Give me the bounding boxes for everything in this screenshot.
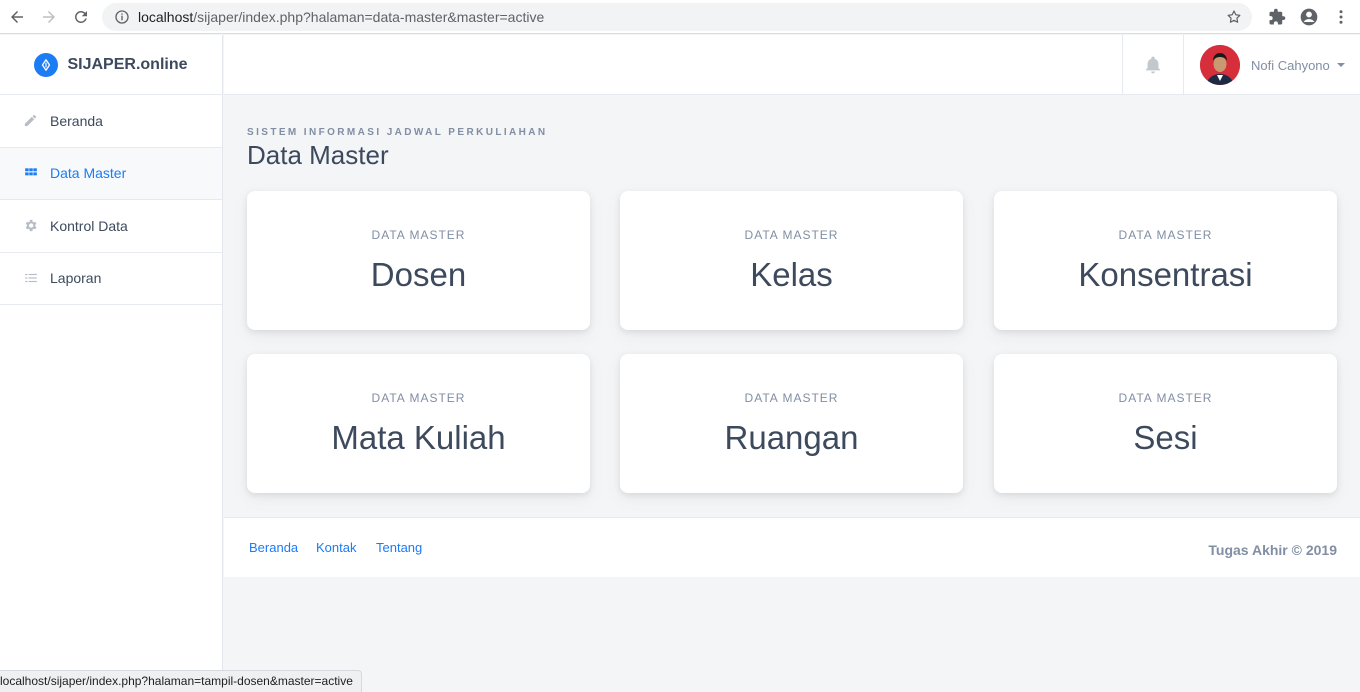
user-name: Nofi Cahyono — [1251, 57, 1330, 73]
more-vertical-icon — [1339, 10, 1343, 24]
notifications-button[interactable] — [1122, 35, 1184, 95]
card-value: Ruangan — [724, 419, 859, 456]
card-value: Konsentrasi — [1078, 256, 1253, 293]
gear-icon — [23, 218, 38, 233]
brand-logo-icon — [34, 52, 59, 77]
account-circle-icon — [1300, 8, 1318, 26]
user-menu[interactable]: Nofi Cahyono — [1200, 35, 1345, 95]
browser-actions — [1266, 0, 1352, 34]
card-label: DATA MASTER — [1118, 228, 1213, 242]
card-label: DATA MASTER — [744, 228, 839, 242]
sidebar-item-label: Laporan — [50, 270, 102, 287]
sidebar-item-data-master[interactable]: Data Master — [0, 147, 222, 200]
card-label: DATA MASTER — [371, 228, 466, 242]
sidebar-item-label: Beranda — [50, 112, 103, 129]
top-navbar: Nofi Cahyono — [224, 35, 1360, 95]
card-konsentrasi[interactable]: DATA MASTER Konsentrasi — [994, 191, 1337, 330]
sidebar-item-label: Data Master — [50, 165, 127, 182]
footer-link-beranda[interactable]: Beranda — [249, 540, 298, 555]
back-button[interactable] — [1, 1, 33, 33]
card-value: Kelas — [750, 256, 833, 293]
star-icon[interactable] — [1226, 9, 1242, 25]
reload-button[interactable] — [65, 1, 97, 33]
card-label: DATA MASTER — [1118, 391, 1213, 405]
list-icon — [23, 271, 38, 286]
url-host: localhost — [138, 9, 194, 25]
arrow-left-icon — [11, 11, 23, 23]
arrow-right-icon — [43, 11, 55, 23]
info-icon[interactable] — [114, 9, 130, 25]
card-dosen[interactable]: DATA MASTER Dosen — [247, 191, 590, 330]
card-value: Mata Kuliah — [331, 419, 506, 456]
browser-menu-button[interactable] — [1330, 6, 1352, 28]
card-value: Dosen — [370, 256, 467, 293]
pencil-icon — [23, 113, 38, 128]
puzzle-icon — [1269, 8, 1286, 25]
card-ruangan[interactable]: DATA MASTER Ruangan — [620, 354, 963, 493]
card-kelas[interactable]: DATA MASTER Kelas — [620, 191, 963, 330]
forward-button[interactable] — [33, 1, 65, 33]
sidebar-item-label: Kontrol Data — [50, 217, 128, 234]
sidebar: SIJAPER.online Beranda Data Master Kontr… — [0, 35, 223, 692]
url-text: localhost/sijaper/index.php?halaman=data… — [138, 9, 544, 25]
card-label: DATA MASTER — [744, 391, 839, 405]
page-title: Data Master — [247, 140, 389, 170]
sidebar-item-kontrol-data[interactable]: Kontrol Data — [0, 200, 222, 253]
reload-icon — [74, 10, 87, 23]
footer: Beranda Kontak Tentang Tugas Akhir © 201… — [224, 517, 1360, 577]
footer-link-tentang[interactable]: Tentang — [376, 540, 422, 555]
caret-down-icon — [1336, 63, 1345, 67]
address-bar[interactable]: localhost/sijaper/index.php?halaman=data… — [102, 3, 1252, 31]
footer-link-kontak[interactable]: Kontak — [316, 540, 356, 555]
url-path: /sijaper/index.php?halaman=data-master&m… — [193, 9, 545, 25]
bell-icon — [1145, 56, 1161, 74]
copyright-text: Tugas Akhir © 2019 — [1208, 542, 1337, 558]
browser-status-url: localhost/sijaper/index.php?halaman=tamp… — [0, 670, 362, 692]
card-mata-kuliah[interactable]: DATA MASTER Mata Kuliah — [247, 354, 590, 493]
profile-button[interactable] — [1298, 6, 1320, 28]
card-label: DATA MASTER — [371, 391, 466, 405]
sidebar-item-beranda[interactable]: Beranda — [0, 95, 222, 148]
page-subtitle: Sistem Informasi Jadwal Perkuliahan — [247, 127, 548, 138]
card-sesi[interactable]: DATA MASTER Sesi — [994, 354, 1337, 493]
avatar — [1200, 45, 1240, 85]
extensions-button[interactable] — [1266, 6, 1288, 28]
card-value: Sesi — [1133, 419, 1198, 456]
brand-name: SIJAPER.online — [67, 55, 188, 73]
browser-toolbar: localhost/sijaper/index.php?halaman=data… — [0, 0, 1360, 34]
sidebar-item-laporan[interactable]: Laporan — [0, 253, 222, 305]
brand[interactable]: SIJAPER.online — [0, 35, 222, 95]
main-content: Sistem Informasi Jadwal Perkuliahan Data… — [224, 96, 1360, 692]
grid-icon — [23, 166, 38, 181]
